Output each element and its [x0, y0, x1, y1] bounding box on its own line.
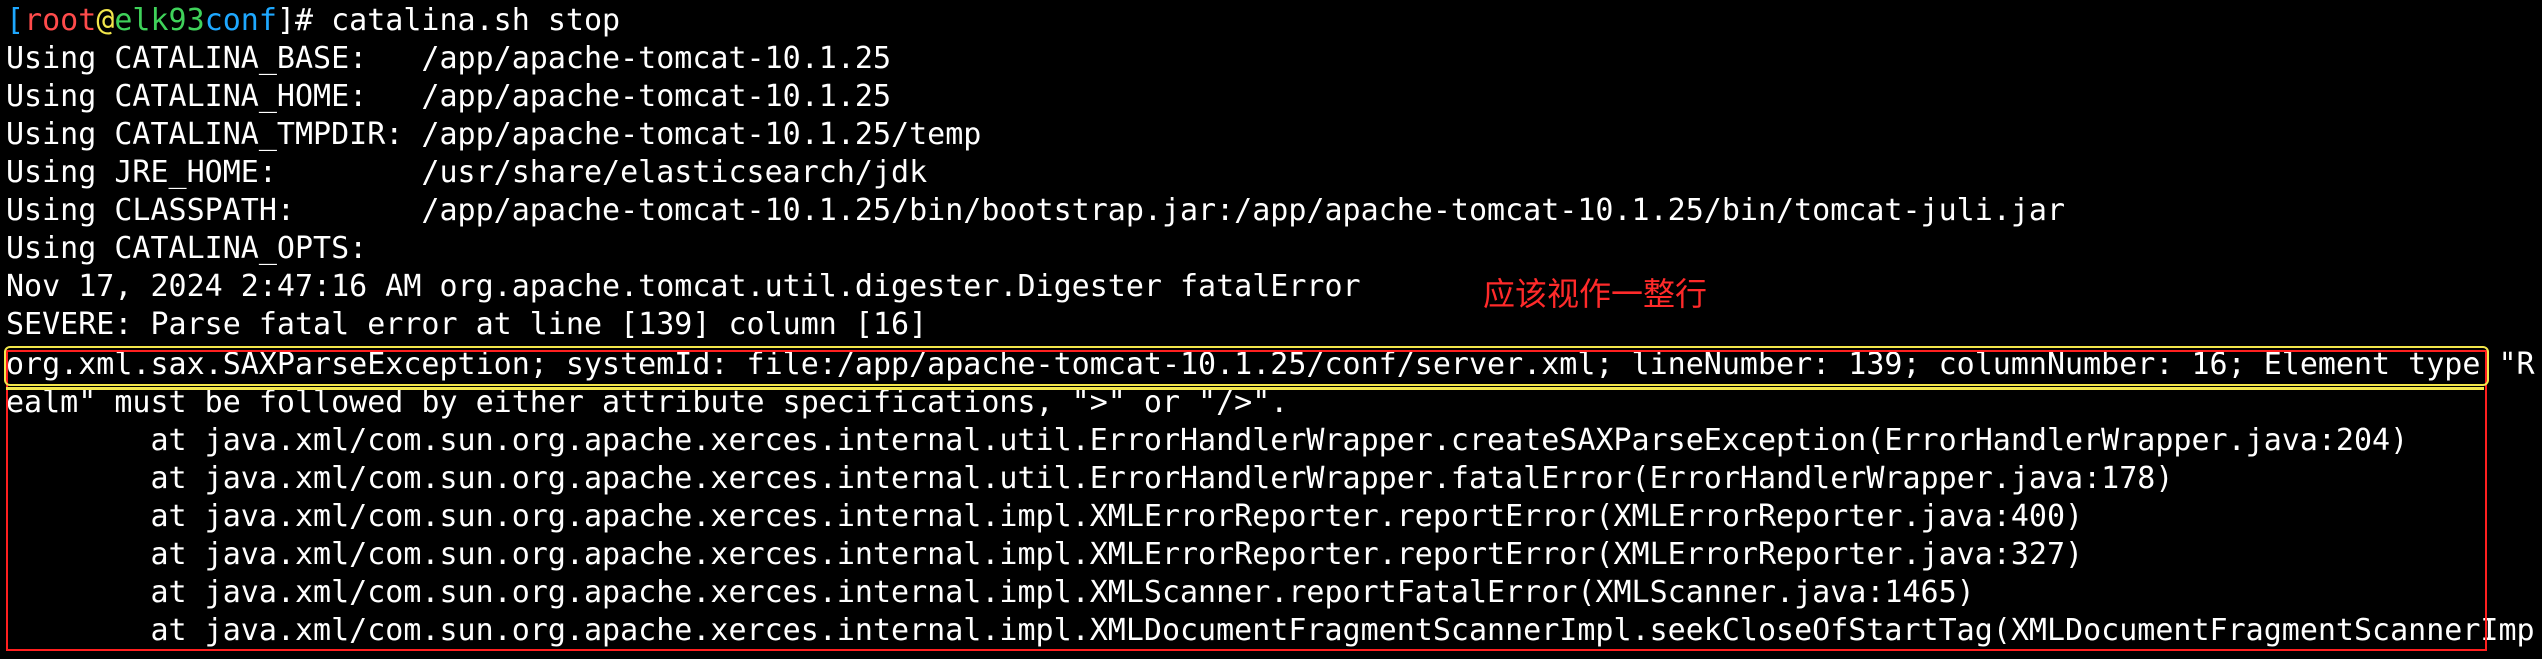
output-line: Using CLASSPATH: /app/apache-tomcat-10.1… — [6, 193, 2066, 228]
prompt-host: elk93 — [114, 3, 205, 38]
prompt-at: @ — [96, 3, 115, 38]
prompt-symbol: ]# — [276, 3, 332, 38]
line-highlight-underline — [6, 387, 2484, 390]
log-timestamp-line: Nov 17, 2024 2:47:16 AM org.apache.tomca… — [6, 269, 1361, 304]
prompt-open-bracket: [ — [6, 3, 25, 38]
output-line: Using JRE_HOME: /usr/share/elasticsearch… — [6, 155, 928, 190]
severe-error-line: SEVERE: Parse fatal error at line [139] … — [6, 307, 928, 342]
annotation-note: 应该视作一整行 — [1483, 275, 1708, 313]
line-highlight-box — [4, 346, 2489, 386]
output-line: Using CATALINA_BASE: /app/apache-tomcat-… — [6, 41, 892, 76]
prompt-user: root — [24, 3, 97, 38]
output-line: Using CATALINA_HOME: /app/apache-tomcat-… — [6, 79, 892, 114]
output-line: Using CATALINA_TMPDIR: /app/apache-tomca… — [6, 117, 982, 152]
output-line: Using CATALINA_OPTS: — [6, 231, 368, 266]
prompt-dir: conf — [204, 3, 277, 38]
prompt-line: [root@elk93conf]# catalina.sh stop — [6, 2, 620, 40]
terminal-window[interactable]: [root@elk93conf]# catalina.sh stop Using… — [0, 0, 2542, 659]
error-highlight-box — [6, 350, 2487, 651]
prompt-command: catalina.sh stop — [331, 3, 621, 38]
